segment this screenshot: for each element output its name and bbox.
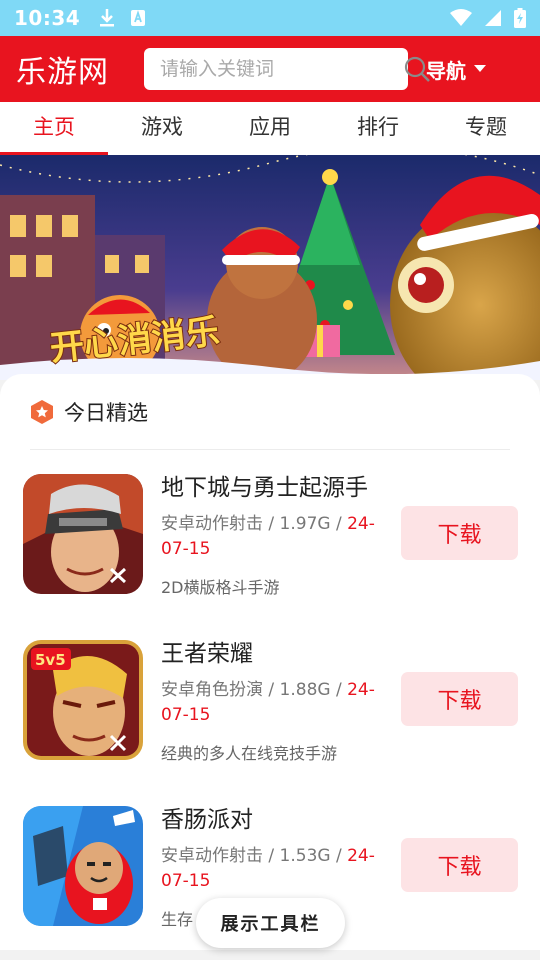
game-meta: 安卓动作射击 / 1.53G / 24-07-15 bbox=[161, 844, 397, 894]
search-input[interactable] bbox=[144, 48, 403, 90]
download-button[interactable]: 下载 bbox=[401, 672, 518, 726]
status-time: 10:34 bbox=[14, 6, 81, 30]
banner-illustration: 开心消消乐 bbox=[0, 155, 540, 380]
game-name: 香肠派对 bbox=[161, 807, 253, 833]
nav-menu-label: 导航 bbox=[426, 58, 466, 83]
download-button[interactable]: 下载 bbox=[401, 506, 518, 560]
caret-down-icon bbox=[474, 65, 486, 72]
game-item-dnf[interactable]: 地下城与勇士起源手 安卓动作射击 / 1.97G / 24-07-15 2D横版… bbox=[0, 474, 540, 624]
game-name: 王者荣耀 bbox=[161, 641, 253, 667]
game-icon-dnf[interactable] bbox=[23, 474, 143, 594]
show-toolbar-button[interactable]: 展示工具栏 bbox=[196, 898, 345, 948]
site-logo[interactable]: 乐游网 bbox=[16, 47, 136, 91]
game-category-size: 安卓动作射击 / 1.53G / bbox=[161, 846, 348, 866]
game-category-size: 安卓角色扮演 / 1.88G / bbox=[161, 680, 348, 700]
game-category-size: 安卓动作射击 / 1.97G / bbox=[161, 514, 348, 534]
search-icon bbox=[404, 56, 430, 82]
game-icon-sausage[interactable] bbox=[23, 806, 143, 926]
svg-text:5v5: 5v5 bbox=[35, 651, 66, 669]
app-header: 乐游网 导航 bbox=[0, 36, 540, 102]
tab-ranking[interactable]: 排行 bbox=[324, 102, 432, 155]
game-meta: 安卓角色扮演 / 1.88G / 24-07-15 bbox=[161, 678, 397, 728]
game-description: 2D横版格斗手游 bbox=[161, 578, 280, 597]
dnf-warrior-icon bbox=[23, 474, 143, 594]
tab-home[interactable]: 主页 bbox=[0, 102, 108, 155]
status-bar: 10:34 bbox=[0, 0, 540, 36]
download-button[interactable]: 下载 bbox=[401, 838, 518, 892]
game-item-wangzhe[interactable]: 5v5 王者荣耀 安卓角色扮演 / 1.88G / 24-07-15 经典的多人… bbox=[0, 640, 540, 790]
featured-card: 今日精选 地下城与勇士起源手 安卓动作射击 / 1.97G / 24-07-15… bbox=[0, 374, 540, 950]
game-description: 经典的多人在线竞技手游 bbox=[161, 744, 338, 763]
wangzhe-hero-icon: 5v5 bbox=[23, 640, 143, 760]
game-meta: 安卓动作射击 / 1.97G / 24-07-15 bbox=[161, 512, 397, 562]
section-header: 今日精选 bbox=[30, 374, 510, 450]
tab-games[interactable]: 游戏 bbox=[108, 102, 216, 155]
game-name: 地下城与勇士起源手 bbox=[161, 475, 368, 501]
sausage-party-icon bbox=[23, 806, 143, 926]
tab-bar: 主页 游戏 应用 排行 专题 bbox=[0, 102, 540, 155]
section-title: 今日精选 bbox=[64, 400, 148, 425]
promo-banner[interactable]: 开心消消乐 bbox=[0, 155, 540, 380]
tab-apps[interactable]: 应用 bbox=[216, 102, 324, 155]
battery-icon bbox=[514, 8, 526, 28]
featured-badge-icon bbox=[31, 399, 53, 424]
app-notification-icon bbox=[131, 10, 146, 26]
game-description: 生存 bbox=[161, 910, 194, 929]
tab-topics[interactable]: 专题 bbox=[432, 102, 540, 155]
wifi-icon bbox=[450, 9, 472, 26]
search-box bbox=[144, 48, 430, 90]
game-icon-wangzhe[interactable]: 5v5 bbox=[23, 640, 143, 760]
signal-icon bbox=[485, 10, 501, 26]
nav-menu-button[interactable]: 导航 bbox=[426, 55, 486, 84]
download-icon bbox=[100, 9, 115, 27]
search-button[interactable] bbox=[403, 48, 431, 90]
